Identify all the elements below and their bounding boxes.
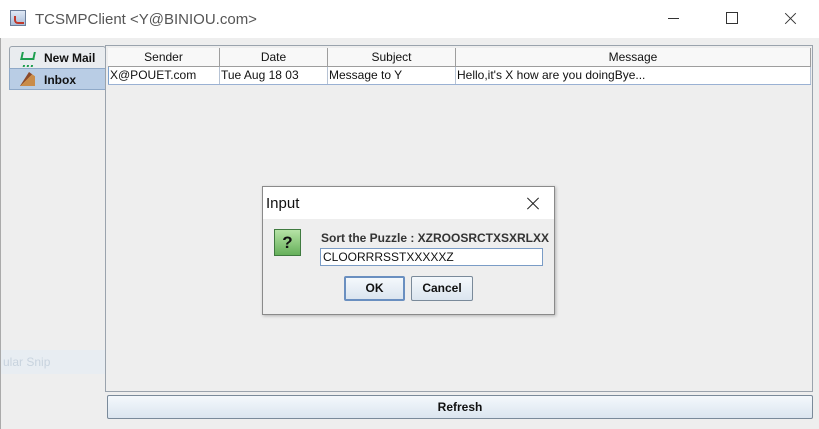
java-coffee-icon [10, 10, 26, 26]
minimize-icon [668, 18, 679, 19]
cell-sender[interactable]: X@POUET.com [108, 67, 220, 84]
column-header-sender[interactable]: Sender [108, 48, 220, 67]
answer-input[interactable] [320, 248, 543, 266]
table-header: Sender Date Subject Message [108, 48, 811, 67]
tab-inbox-label: Inbox [44, 73, 76, 87]
ok-button[interactable]: OK [344, 276, 405, 301]
tab-inbox[interactable]: Inbox [9, 68, 106, 90]
window-title: TCSMPClient <Y@BINIOU.com> [35, 11, 257, 28]
maximize-icon [726, 12, 738, 24]
dialog-titlebar[interactable]: Input [263, 187, 554, 219]
cell-subject[interactable]: Message to Y [328, 67, 456, 84]
cell-message[interactable]: Hello,it's X how are you doingBye... [456, 67, 811, 84]
column-header-date[interactable]: Date [220, 48, 328, 67]
close-window-button[interactable] [761, 0, 819, 38]
dialog-close-button[interactable] [519, 192, 547, 216]
cell-date[interactable]: Tue Aug 18 03 [220, 67, 328, 84]
tab-new-mail-label: New Mail [44, 51, 96, 65]
minimize-button[interactable] [645, 0, 703, 38]
refresh-button[interactable]: Refresh [107, 395, 813, 419]
table-row[interactable]: X@POUET.com Tue Aug 18 03 Message to Y H… [108, 67, 811, 85]
question-icon: ? [274, 229, 301, 256]
tab-new-mail[interactable]: New Mail [9, 46, 106, 68]
input-dialog: Input ? Sort the Puzzle : XZROOSRCTXSXRL… [262, 186, 555, 315]
dialog-prompt: Sort the Puzzle : XZROOSRCTXSXRLXX [321, 231, 550, 245]
window-titlebar[interactable]: TCSMPClient <Y@BINIOU.com> [0, 0, 819, 38]
cancel-button[interactable]: Cancel [411, 276, 473, 301]
column-header-subject[interactable]: Subject [328, 48, 456, 67]
dialog-title: Input [266, 195, 300, 212]
column-header-message[interactable]: Message [456, 48, 811, 67]
inbox-icon [20, 72, 36, 86]
maximize-button[interactable] [703, 0, 761, 38]
shopping-cart-icon [20, 50, 36, 64]
